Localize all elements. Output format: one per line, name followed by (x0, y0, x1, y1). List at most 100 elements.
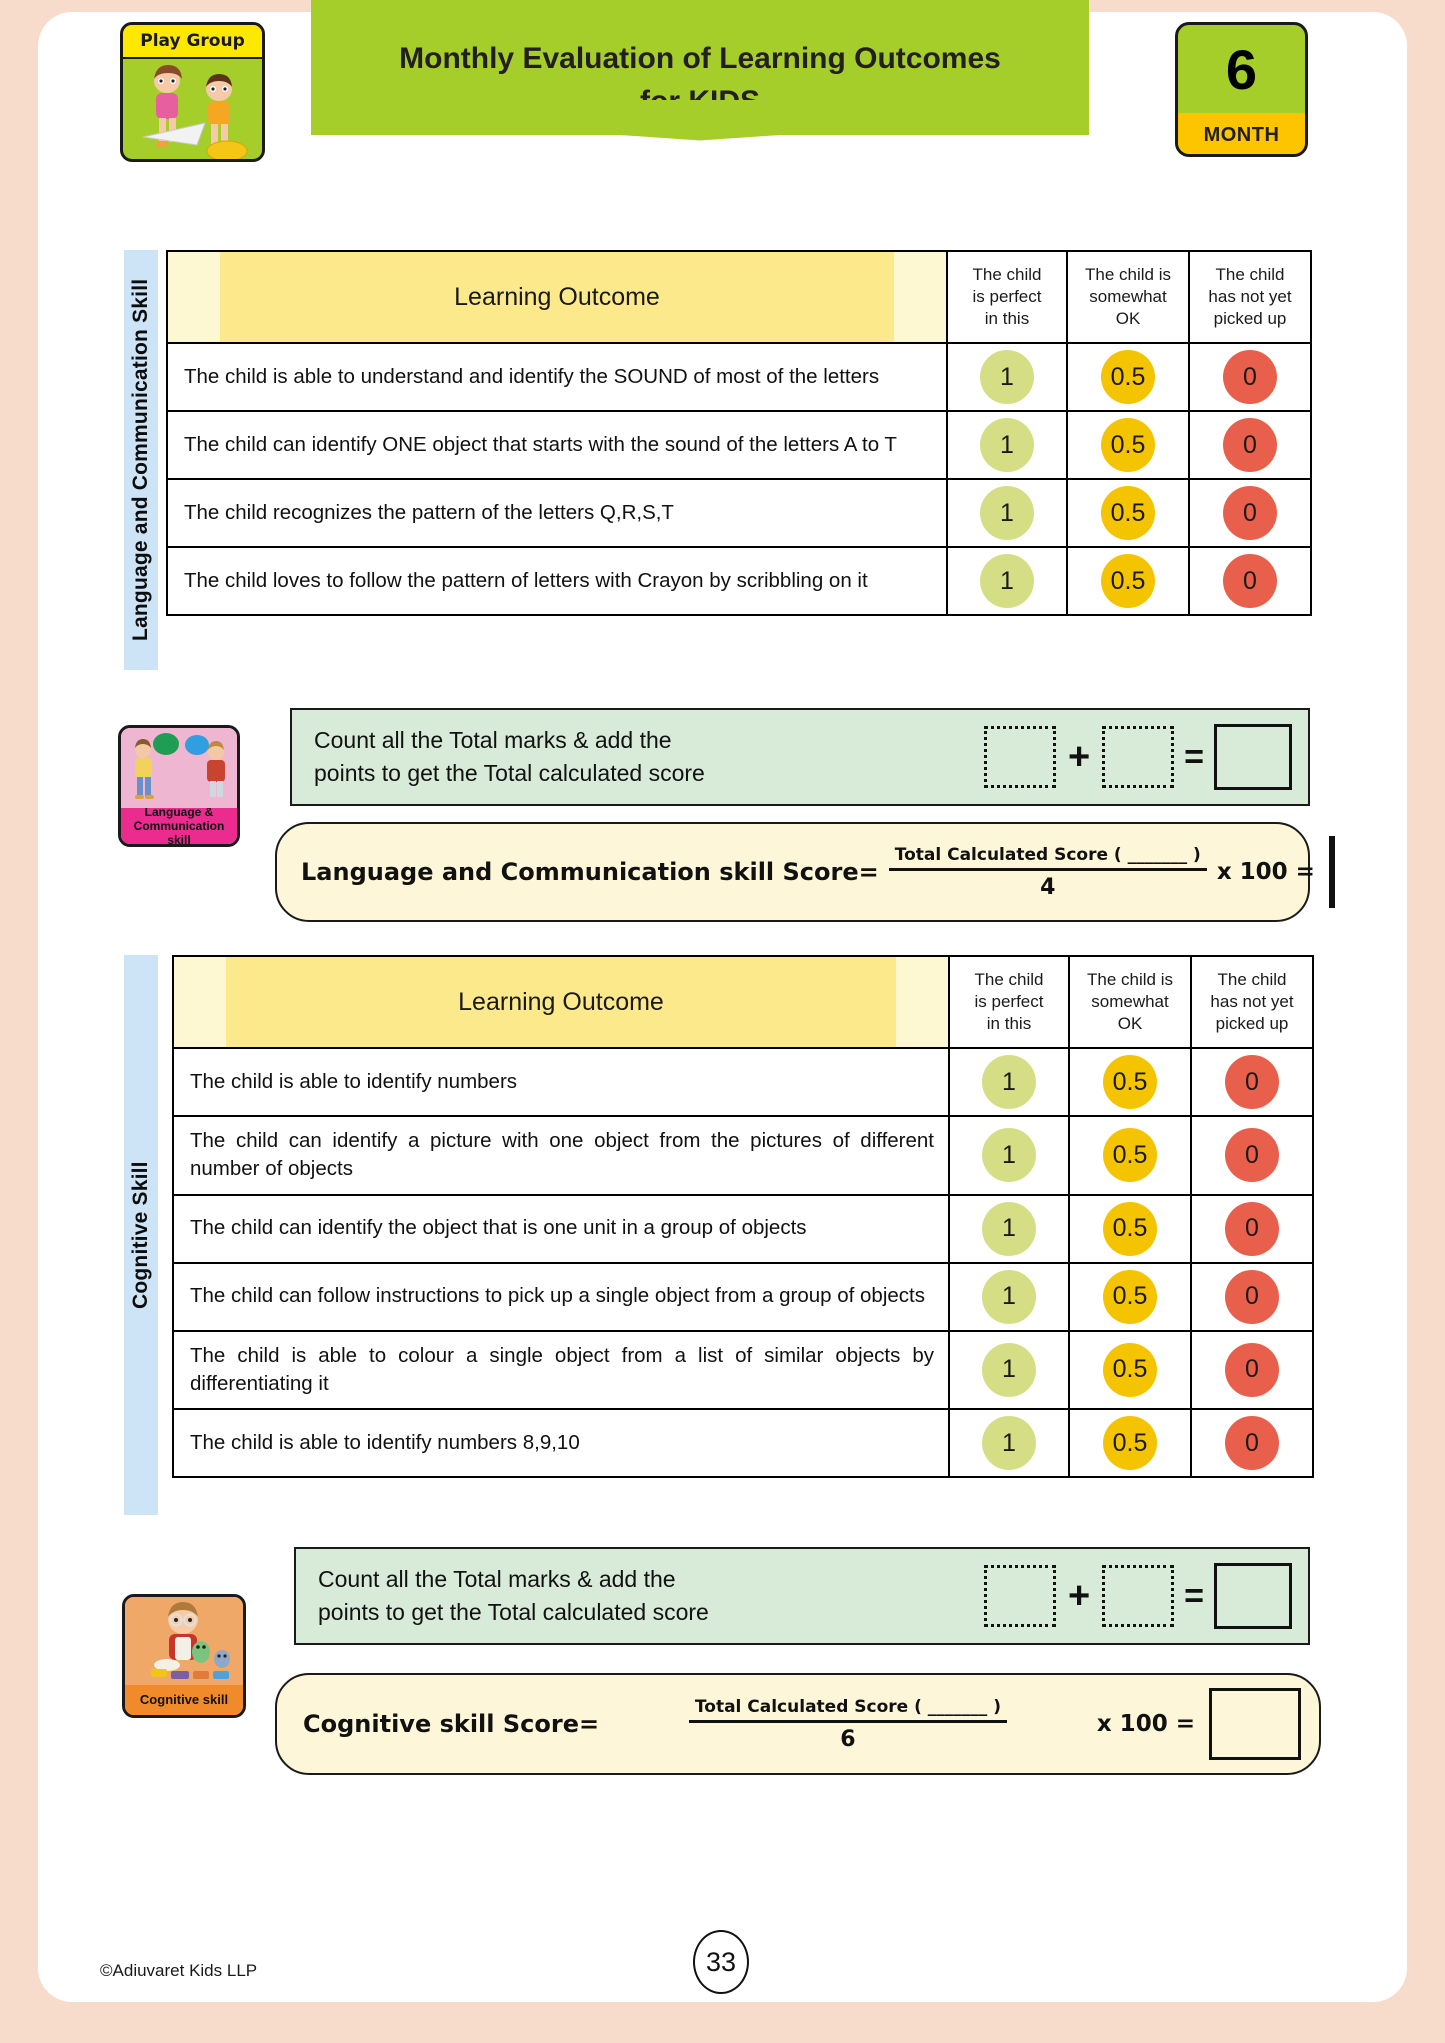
score-cell-one[interactable]: 1 (948, 1261, 1070, 1332)
total-input-box-a[interactable] (983, 726, 1056, 788)
score-dot-1[interactable]: 1 (982, 1342, 1036, 1397)
outcome-text: The child is able to understand and iden… (166, 342, 948, 412)
page-header: Play Group Monthly Evaluation of Learnin… (0, 0, 1445, 180)
total-marks-math: + = (983, 724, 1308, 790)
table-header-row: Learning Outcome The child is perfect in t… (172, 955, 1314, 1049)
score-cell-zero[interactable]: 0 (1188, 478, 1312, 548)
score-cell-zero[interactable]: 0 (1190, 1329, 1314, 1411)
score-dot-05[interactable]: 0.5 (1103, 1201, 1157, 1256)
score-dot-0[interactable]: 0 (1225, 1416, 1279, 1471)
score-dot-0[interactable]: 0 (1225, 1342, 1279, 1397)
score-cell-one[interactable]: 1 (948, 1047, 1070, 1117)
skill-badge-cognitive: Cognitive skill (122, 1594, 246, 1718)
total-marks-math: + = (983, 1563, 1308, 1629)
score-dot-05[interactable]: 0.5 (1103, 1055, 1157, 1109)
score-dot-1[interactable]: 1 (982, 1128, 1036, 1183)
score-cell-one[interactable]: 1 (946, 546, 1068, 616)
score-cell-zero[interactable]: 0 (1190, 1193, 1314, 1264)
score-dot-05[interactable]: 0.5 (1103, 1128, 1157, 1183)
score-cell-one[interactable]: 1 (946, 342, 1068, 412)
score-cell-half[interactable]: 0.5 (1066, 342, 1190, 412)
formula-numerator: Total Calculated Score ( _______ ) (694, 1696, 1001, 1717)
kids-playing-icon (142, 65, 248, 159)
score-cell-one[interactable]: 1 (948, 1193, 1070, 1264)
play-group-badge: Play Group (120, 22, 265, 162)
score-cell-half[interactable]: 0.5 (1068, 1408, 1192, 1479)
total-marks-strip-language: Count all the Total marks & add the poin… (290, 708, 1310, 806)
column-header-somewhat: The child is somewhat OK (1068, 955, 1192, 1049)
column-header-perfect: The child is perfect in this (946, 250, 1068, 344)
score-dot-1[interactable]: 1 (980, 418, 1034, 472)
score-dot-0[interactable]: 0 (1225, 1128, 1279, 1183)
score-dot-05[interactable]: 0.5 (1103, 1269, 1157, 1324)
table-row: The child is able to colour a single obj… (172, 1329, 1314, 1411)
table-row: The child recognizes the pattern of the … (166, 478, 1312, 548)
column-header-not-yet: The child has not yet picked up (1188, 250, 1312, 344)
column-header-outcome: Learning Outcome (172, 955, 950, 1049)
equals-icon: = (1184, 1577, 1204, 1615)
outcome-text: The child can identify a picture with on… (172, 1115, 950, 1196)
score-cell-one[interactable]: 1 (946, 410, 1068, 480)
score-dot-0[interactable]: 0 (1225, 1269, 1279, 1324)
score-cell-half[interactable]: 0.5 (1068, 1261, 1192, 1332)
play-group-cap: Play Group (123, 25, 262, 59)
plus-icon: + (1067, 736, 1091, 778)
score-dot-05[interactable]: 0.5 (1103, 1342, 1157, 1397)
cognitive-skill-illustration (125, 1597, 243, 1685)
score-dot-1[interactable]: 1 (982, 1269, 1036, 1324)
score-dot-1[interactable]: 1 (982, 1055, 1036, 1109)
score-cell-zero[interactable]: 0 (1188, 546, 1312, 616)
total-input-box-b[interactable] (1102, 1565, 1175, 1627)
total-result-box[interactable] (1214, 1563, 1292, 1629)
child-with-toys-icon (151, 1602, 230, 1679)
total-input-box-b[interactable] (1102, 726, 1175, 788)
skill-badge-caption-language: Language & Communication skill (121, 805, 237, 844)
score-dot-0[interactable]: 0 (1223, 418, 1277, 472)
score-dot-05[interactable]: 0.5 (1103, 1416, 1157, 1471)
score-cell-half[interactable]: 0.5 (1068, 1115, 1192, 1196)
total-result-box[interactable] (1214, 724, 1292, 790)
formula-answer-box-cognitive[interactable] (1208, 1688, 1301, 1760)
score-dot-1[interactable]: 1 (980, 486, 1034, 540)
score-dot-05[interactable]: 0.5 (1101, 554, 1155, 608)
score-cell-half[interactable]: 0.5 (1068, 1047, 1192, 1117)
score-dot-0[interactable]: 0 (1223, 350, 1277, 404)
score-cell-half[interactable]: 0.5 (1066, 546, 1190, 616)
score-cell-zero[interactable]: 0 (1190, 1115, 1314, 1196)
column-header-outcome: Learning Outcome (166, 250, 948, 344)
score-dot-1[interactable]: 1 (980, 554, 1034, 608)
column-header-not-yet: The child has not yet picked up (1190, 955, 1314, 1049)
score-dot-0[interactable]: 0 (1223, 554, 1277, 608)
score-cell-half[interactable]: 0.5 (1068, 1193, 1192, 1264)
formula-answer-box-language[interactable] (1328, 836, 1335, 908)
score-dot-05[interactable]: 0.5 (1101, 418, 1155, 472)
score-cell-zero[interactable]: 0 (1188, 342, 1312, 412)
table-row: The child can identify the object that i… (172, 1193, 1314, 1264)
score-cell-half[interactable]: 0.5 (1066, 410, 1190, 480)
score-cell-zero[interactable]: 0 (1188, 410, 1312, 480)
formula-label-cognitive: Cognitive skill Score= (303, 1710, 600, 1738)
score-dot-05[interactable]: 0.5 (1101, 486, 1155, 540)
score-dot-1[interactable]: 1 (980, 350, 1034, 404)
outcome-text: The child can identify the object that i… (172, 1193, 950, 1264)
score-cell-zero[interactable]: 0 (1190, 1261, 1314, 1332)
score-dot-1[interactable]: 1 (982, 1201, 1036, 1256)
score-cell-half[interactable]: 0.5 (1066, 478, 1190, 548)
formula-pill-cognitive: Cognitive skill Score= Total Calculated … (275, 1673, 1321, 1775)
score-dot-0[interactable]: 0 (1225, 1055, 1279, 1109)
table-row: The child is able to identify numbers 8,… (172, 1408, 1314, 1479)
table-row: The child is able to identify numbers 1 … (172, 1047, 1314, 1117)
score-cell-zero[interactable]: 0 (1190, 1047, 1314, 1117)
score-dot-0[interactable]: 0 (1225, 1201, 1279, 1256)
score-cell-one[interactable]: 1 (948, 1329, 1070, 1411)
score-cell-one[interactable]: 1 (946, 478, 1068, 548)
total-marks-instruction: Count all the Total marks & add the poin… (314, 727, 705, 786)
score-dot-05[interactable]: 0.5 (1101, 350, 1155, 404)
score-cell-one[interactable]: 1 (948, 1115, 1070, 1196)
score-cell-half[interactable]: 0.5 (1068, 1329, 1192, 1411)
score-cell-one[interactable]: 1 (948, 1408, 1070, 1479)
score-dot-1[interactable]: 1 (982, 1416, 1036, 1471)
score-cell-zero[interactable]: 0 (1190, 1408, 1314, 1479)
score-dot-0[interactable]: 0 (1223, 486, 1277, 540)
total-input-box-a[interactable] (983, 1565, 1056, 1627)
